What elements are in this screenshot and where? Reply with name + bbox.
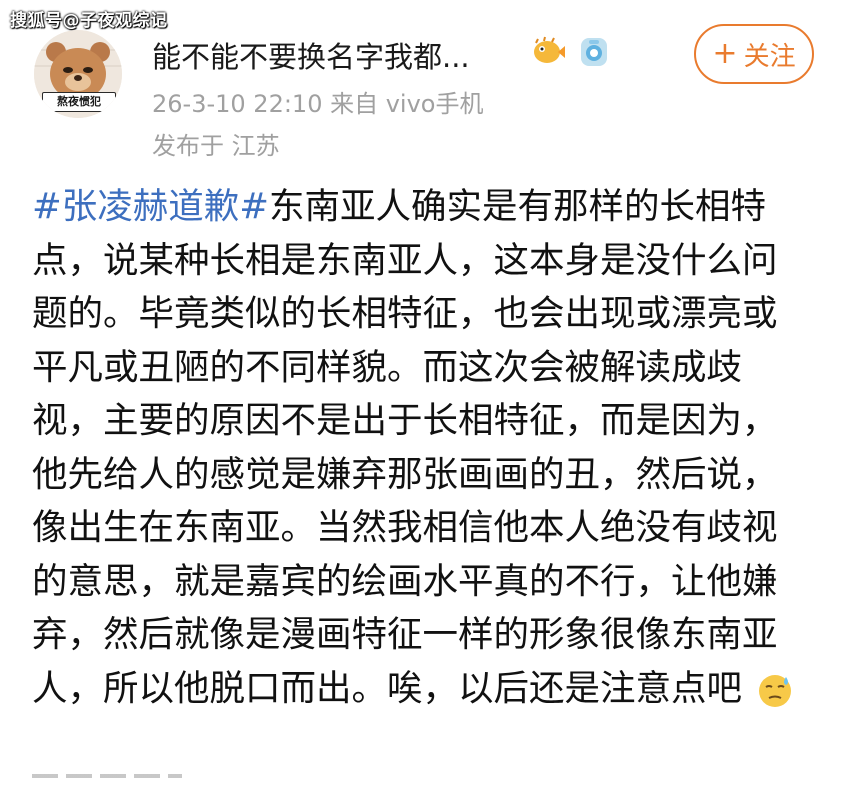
post-text: 东南亚人确实是有那样的长相特点，说某种长相是东南亚人，这本身是没什么问题的。毕竟… — [32, 186, 778, 709]
hashtag-link[interactable]: #张凌赫道歉# — [32, 186, 269, 227]
avatar-badge: 熬夜惯犯 — [42, 92, 116, 112]
cutoff-text-fragment — [32, 774, 192, 789]
username[interactable]: 能不能不要换名字我都... — [152, 34, 470, 76]
sweat-face-emoji-icon — [759, 674, 792, 707]
post-location: 发布于 江苏 — [152, 132, 280, 160]
post-time-source: 26-3-10 22:10 来自 vivo手机 — [152, 90, 484, 118]
watermark: 搜狐号@子夜观综记 — [10, 11, 168, 31]
blowfish-emoji-icon — [534, 36, 565, 63]
avatar[interactable]: 熬夜惯犯 — [34, 30, 122, 118]
camera-badge-icon — [581, 38, 607, 66]
post-body: #张凌赫道歉#东南亚人确实是有那样的长相特点，说某种长相是东南亚人，这本身是没什… — [32, 180, 812, 715]
follow-button[interactable]: + 关注 — [694, 24, 814, 84]
follow-label: 关注 — [743, 41, 796, 72]
plus-icon: + — [712, 36, 738, 71]
